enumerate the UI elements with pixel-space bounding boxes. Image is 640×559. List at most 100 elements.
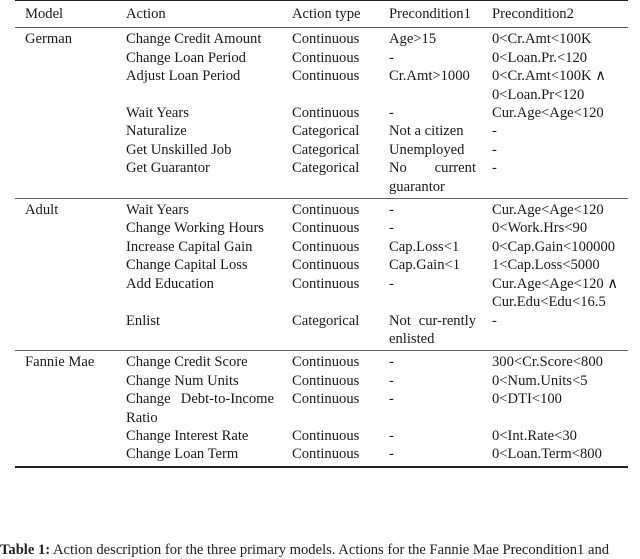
table-row: Change Num Units Continuous - 0<Num.Units<5: [15, 372, 628, 390]
model-cell: [15, 219, 116, 237]
action-type-cell: Continuous: [292, 68, 360, 85]
action-type-cell: Continuous: [292, 31, 360, 48]
precondition1-cell: Cr.Amt>1000: [389, 68, 470, 85]
action-cell: Enlist: [126, 312, 161, 329]
action-type-cell: Continuous: [292, 49, 360, 66]
table-row: Wait Years Continuous - Cur.Age<Age<120: [15, 104, 628, 122]
action-type-cell: Continuous: [292, 105, 360, 122]
model-cell: Fannie Mae: [25, 354, 95, 371]
action-table-container: Model Action Action type Precondition1 P…: [15, 0, 628, 468]
action-cell: Change Capital Loss: [126, 257, 248, 274]
model-cell: [15, 122, 116, 140]
precondition1-cell: Unemployed: [389, 141, 465, 158]
action-cell: Get Guarantor: [126, 160, 210, 177]
table-row: Enlist Categorical Not cur-rently enlisted…: [15, 312, 628, 351]
action-cell: Get Unskilled Job: [126, 141, 232, 158]
precondition1-cell: -: [389, 220, 394, 237]
action-cell: Naturalize: [126, 123, 187, 140]
action-type-cell: Continuous: [292, 391, 360, 408]
precondition1-cell: -: [389, 372, 394, 389]
action-type-cell: Categorical: [292, 123, 360, 140]
model-cell: [15, 372, 116, 390]
precondition1-cell: -: [389, 105, 394, 122]
table-row: Get Guarantor Categorical No current guara…: [15, 159, 628, 198]
action-type-cell: Continuous: [292, 220, 360, 237]
table-row: Change Capital Loss Continuous Cap.Gain<1 1…: [15, 256, 628, 274]
header-row: Model Action Action type Precondition1 P…: [15, 0, 628, 28]
table-row: Adjust Loan Period Continuous Cr.Amt>1000 0…: [15, 67, 628, 104]
model-cell: [15, 256, 116, 274]
table-row: Get Unskilled Job Categorical Unemployed -: [15, 141, 628, 159]
precondition1-cell: Cap.Gain<1: [389, 257, 461, 274]
model-cell: [15, 141, 116, 159]
precondition1-cell: -: [389, 446, 394, 463]
table-row: Adult Wait Years Continuous - Cur.Age<Age<12…: [15, 199, 628, 220]
action-cell: Change Credit Amount: [126, 31, 262, 48]
precondition1-cell: -: [389, 354, 394, 371]
model-cell: [15, 49, 116, 67]
header-precondition2: Precondition2: [492, 6, 574, 22]
precondition2-cell: -: [492, 312, 497, 329]
model-cell: [15, 445, 116, 466]
precondition2-cell: -: [492, 160, 497, 177]
action-type-cell: Continuous: [292, 372, 360, 389]
action-type-cell: Categorical: [292, 141, 360, 158]
action-cell: Change Debt-to-Income Ratio: [126, 391, 274, 426]
action-cell: Change Working Hours: [126, 220, 264, 237]
group-fannie-mae: Fannie Mae Change Credit Score Continuous -…: [15, 350, 628, 467]
header-precondition1: Precondition1: [389, 6, 471, 22]
model-cell: [15, 427, 116, 445]
model-cell: [15, 67, 116, 104]
action-type-cell: Categorical: [292, 160, 360, 177]
precondition2-cell: -: [492, 123, 497, 140]
action-type-cell: Categorical: [292, 312, 360, 329]
precondition2-cell: 0<Num.Units<5: [492, 372, 588, 389]
precondition1-cell: -: [389, 391, 394, 408]
precondition2-cell: 0<Cr.Amt<100K: [492, 31, 592, 48]
action-type-cell: Continuous: [292, 275, 360, 292]
precondition2-cell: -: [492, 141, 497, 158]
table-row: Change Loan Term Continuous - 0<Loan.Term<8…: [15, 445, 628, 466]
action-type-cell: Continuous: [292, 427, 360, 444]
header-action: Action: [126, 6, 166, 22]
precondition1-cell: -: [389, 275, 394, 292]
model-cell: [15, 238, 116, 256]
model-cell: [15, 312, 116, 351]
action-type-cell: Continuous: [292, 354, 360, 371]
header-action-type: Action type: [292, 6, 361, 22]
precondition2-cell: Cur.Age<Age<120 ∧ Cur.Edu<Edu<16.5: [492, 275, 619, 311]
action-cell: Change Loan Period: [126, 49, 246, 66]
action-cell: Wait Years: [126, 105, 189, 122]
action-table: Model Action Action type Precondition1 P…: [15, 0, 628, 468]
model-cell: German: [25, 31, 73, 48]
table-row: Add Education Continuous - Cur.Age<Age<120 …: [15, 275, 628, 312]
action-type-cell: Continuous: [292, 257, 360, 274]
model-cell: [15, 275, 116, 312]
table-row: Naturalize Categorical Not a citizen -: [15, 122, 628, 140]
action-type-cell: Continuous: [292, 238, 360, 255]
precondition1-cell: Age>15: [389, 31, 437, 48]
precondition1-cell: Cap.Loss<1: [389, 238, 460, 255]
precondition1-cell: -: [389, 427, 394, 444]
precondition2-cell: 0<Int.Rate<30: [492, 427, 577, 444]
action-cell: Change Credit Score: [126, 354, 248, 371]
precondition1-cell: -: [389, 202, 394, 219]
precondition1-cell: -: [389, 49, 394, 66]
model-cell: Adult: [25, 202, 59, 219]
table-row: Change Working Hours Continuous - 0<Work.Hr…: [15, 219, 628, 237]
precondition2-cell: 0<Loan.Term<800: [492, 446, 602, 463]
action-cell: Increase Capital Gain: [126, 238, 253, 255]
caption-text: Action description for the three primary…: [53, 542, 610, 558]
table-row: Change Interest Rate Continuous - 0<Int.Rat…: [15, 427, 628, 445]
action-cell: Wait Years: [126, 202, 189, 219]
table-row: Fannie Mae Change Credit Score Continuous -…: [15, 351, 628, 372]
table-row: German Change Credit Amount Continuous Age>…: [15, 28, 628, 49]
action-cell: Change Interest Rate: [126, 427, 249, 444]
precondition2-cell: 0<DTI<100: [492, 391, 562, 408]
header-model: Model: [25, 6, 64, 22]
precondition1-cell: Not cur-rently enlisted: [389, 312, 476, 347]
precondition2-cell: Cur.Age<Age<120: [492, 105, 604, 122]
precondition2-cell: 0<Loan.Pr.<120: [492, 49, 588, 66]
model-cell: [15, 104, 116, 122]
model-cell: [15, 390, 116, 427]
